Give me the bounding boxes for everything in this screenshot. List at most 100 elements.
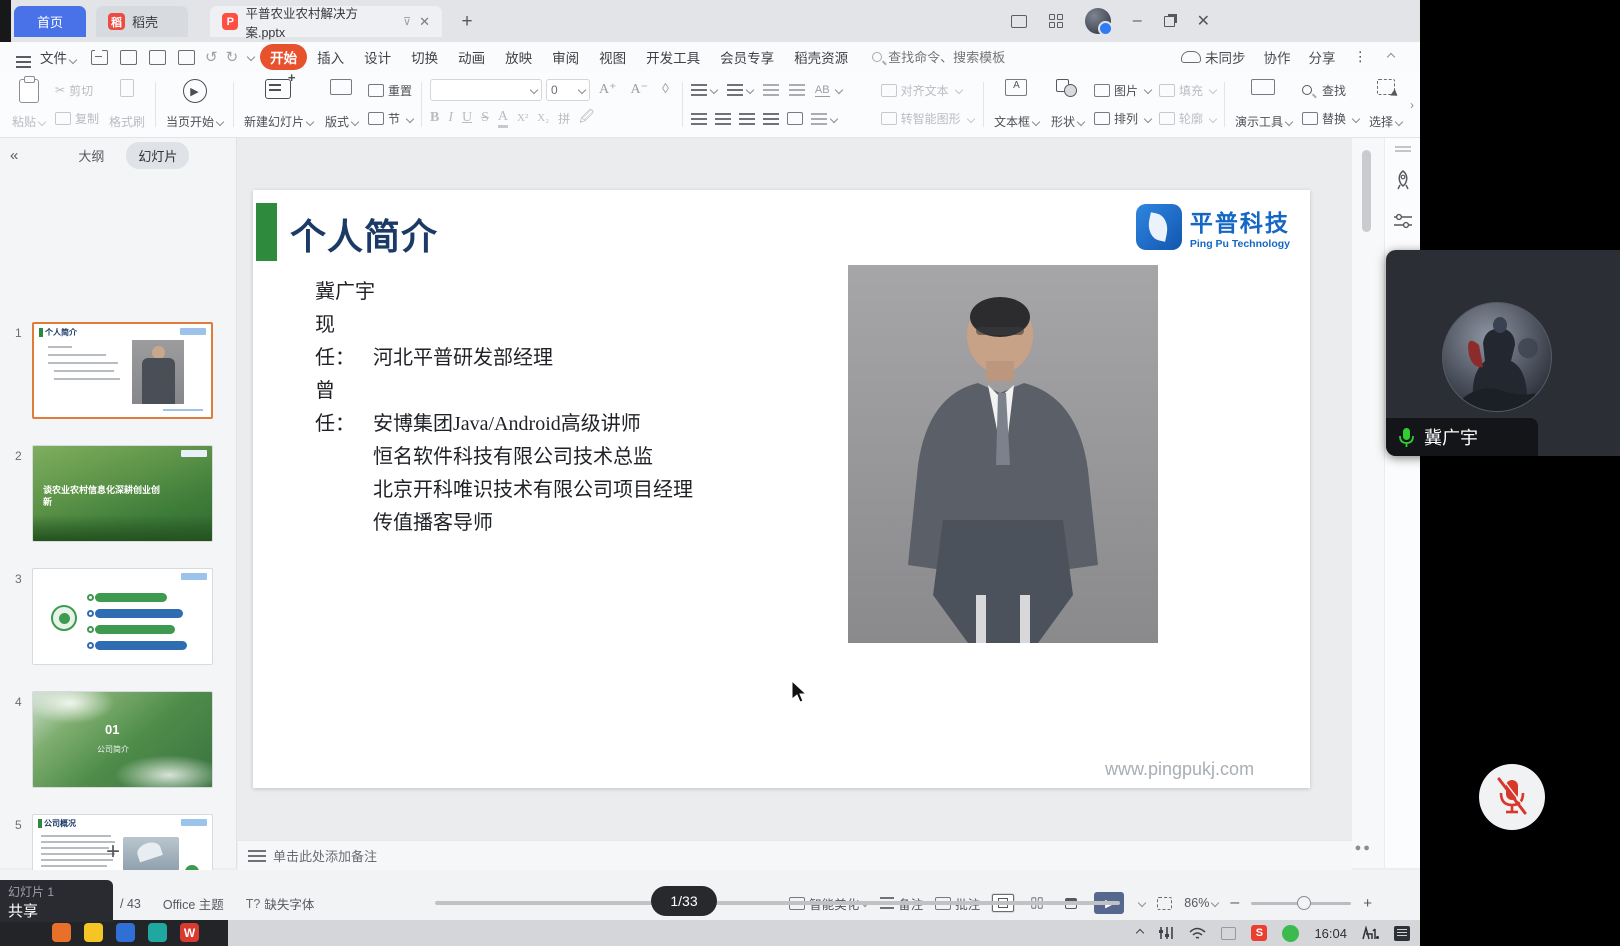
ribbon-tab-slideshow[interactable]: 放映 xyxy=(495,44,542,70)
menu-hamburger-icon[interactable] xyxy=(16,56,31,58)
paste-button[interactable]: 粘贴 xyxy=(6,76,51,133)
tray-dim-icon[interactable] xyxy=(1221,927,1236,940)
vertical-scrollbar[interactable] xyxy=(1352,138,1384,868)
justify-icon[interactable] xyxy=(763,113,779,125)
collaborate-button[interactable]: 协作 xyxy=(1264,47,1291,67)
ribbon-tab-home[interactable]: 开始 xyxy=(260,44,307,70)
scrollbar-thumb[interactable] xyxy=(1362,150,1371,232)
slide-layout-button[interactable]: 版式 xyxy=(319,76,364,133)
subscript-button[interactable]: X₂ xyxy=(537,112,549,124)
taskbar-app2-icon[interactable] xyxy=(84,923,103,942)
increase-indent-icon[interactable] xyxy=(789,84,805,96)
close-window-button[interactable]: ✕ xyxy=(1197,11,1210,31)
textbox-button[interactable]: A 文本框 xyxy=(988,76,1045,133)
search-input[interactable] xyxy=(888,50,1038,65)
command-search[interactable] xyxy=(872,50,1038,65)
decrease-font-icon[interactable]: A⁻ xyxy=(626,81,654,98)
ribbon-tab-design[interactable]: 设计 xyxy=(354,44,401,70)
theme-name[interactable]: Office 主题 xyxy=(163,894,224,913)
font-name-combo[interactable] xyxy=(430,79,542,101)
clock[interactable]: 16:04 xyxy=(1314,926,1347,941)
notes-bar[interactable]: 单击此处添加备注 xyxy=(238,840,1352,870)
mic-muted-button[interactable] xyxy=(1479,764,1545,830)
present-tools-button[interactable]: 演示工具 xyxy=(1229,76,1298,133)
clear-format-icon[interactable]: ◊ xyxy=(657,82,674,98)
redo-icon[interactable]: ↻ xyxy=(226,48,239,66)
settings-sliders-icon[interactable] xyxy=(1393,212,1413,230)
superscript-button[interactable]: X² xyxy=(517,112,528,124)
align-left-icon[interactable] xyxy=(691,113,707,125)
align-center-icon[interactable] xyxy=(715,113,731,125)
format-painter-button[interactable]: 格式刷 xyxy=(103,76,151,133)
ime-icon[interactable] xyxy=(1362,926,1379,940)
participant-card[interactable]: 冀广宇 xyxy=(1386,250,1620,456)
collapse-panel-icon[interactable]: « xyxy=(10,147,18,164)
italic-button[interactable]: I xyxy=(448,110,453,126)
ribbon-tab-member[interactable]: 会员专享 xyxy=(710,44,784,70)
slide-thumbnail-4[interactable]: 01 公司简介 xyxy=(32,691,213,788)
bold-button[interactable]: B xyxy=(430,110,439,126)
taskbar-app1-icon[interactable] xyxy=(52,923,71,942)
ribbon-tab-review[interactable]: 审阅 xyxy=(542,44,589,70)
wifi-icon[interactable] xyxy=(1189,927,1206,940)
share-button[interactable]: 分享 xyxy=(1309,47,1336,67)
beautify-rocket-icon[interactable] xyxy=(1393,170,1413,190)
numbered-list-icon[interactable] xyxy=(727,84,743,96)
export-icon[interactable] xyxy=(120,50,137,65)
panel-handle[interactable] xyxy=(1395,146,1411,148)
ribbon-tab-animation[interactable]: 动画 xyxy=(448,44,495,70)
file-menu[interactable]: 文件 xyxy=(40,47,76,67)
slide-thumbnail-2[interactable]: 谈农业农村信息化深耕创业创新 xyxy=(32,445,213,542)
zoom-out-button[interactable]: – xyxy=(1230,894,1239,912)
share-progress-line[interactable] xyxy=(435,901,1120,905)
pinyin-button[interactable]: 拼 xyxy=(558,110,570,127)
outline-button[interactable]: 轮廓 xyxy=(1155,109,1220,128)
zoom-level[interactable]: 86% xyxy=(1184,896,1218,910)
wechat-icon[interactable] xyxy=(1282,925,1299,942)
taskbar-app4-icon[interactable] xyxy=(148,923,167,942)
ribbon-tab-devtools[interactable]: 开发工具 xyxy=(636,44,710,70)
sogou-icon[interactable]: S xyxy=(1251,925,1267,941)
font-color-button[interactable]: A xyxy=(498,109,508,128)
reset-button[interactable]: 重置 xyxy=(364,81,417,100)
highlight-button[interactable]: 🖉 xyxy=(579,106,594,130)
new-tab-button[interactable]: + xyxy=(452,6,482,37)
tab-docer[interactable]: 稻 稻壳 xyxy=(96,6,188,37)
new-slide-button[interactable]: 新建幻灯片 xyxy=(238,76,319,133)
shapes-button[interactable]: 形状 xyxy=(1045,76,1090,133)
quickbar-more-icon[interactable] xyxy=(247,53,255,61)
line-spacing-icon[interactable] xyxy=(811,113,827,125)
increase-font-icon[interactable]: A⁺ xyxy=(594,81,622,98)
strikethrough-button[interactable]: S xyxy=(481,110,489,126)
fit-slide-icon[interactable] xyxy=(1157,897,1172,910)
select-button[interactable]: 选择 xyxy=(1363,76,1408,133)
align-text-button[interactable]: 对齐文本 xyxy=(877,81,979,100)
volume-mixer-icon[interactable] xyxy=(1158,926,1174,940)
find-button[interactable]: 查找 xyxy=(1298,81,1363,100)
undo-icon[interactable]: ↺ xyxy=(205,48,218,66)
pin-icon[interactable]: ⊽ xyxy=(403,15,411,28)
taskbar-wps-icon[interactable]: W xyxy=(180,923,199,942)
sync-status[interactable]: 未同步 xyxy=(1181,47,1246,67)
apps-grid-icon[interactable] xyxy=(1049,14,1063,28)
layout-toggle-icon[interactable] xyxy=(1011,15,1027,28)
toolbar-expand-icon[interactable]: › xyxy=(1410,98,1414,112)
align-right-icon[interactable] xyxy=(739,113,755,125)
text-direction-button[interactable]: AB xyxy=(815,84,830,97)
slide-canvas[interactable]: 个人简介 冀广宇 现任：河北平普研发部经理 曾任：安博集团Java/Androi… xyxy=(238,138,1352,840)
zoom-slider[interactable] xyxy=(1251,902,1351,905)
save-icon[interactable] xyxy=(91,50,108,65)
missing-font-button[interactable]: T? 缺失字体 xyxy=(246,894,315,913)
print-preview-icon[interactable] xyxy=(178,50,195,65)
ribbon-tab-transition[interactable]: 切换 xyxy=(401,44,448,70)
tab-document[interactable]: P 平普农业农村解决方案.pptx ⊽ ✕ xyxy=(210,6,442,37)
play-options-icon[interactable] xyxy=(1138,899,1146,907)
fill-button[interactable]: 填充 xyxy=(1155,81,1220,100)
ribbon-tab-insert[interactable]: 插入 xyxy=(307,44,354,70)
taskbar-app3-icon[interactable] xyxy=(116,923,135,942)
smart-graphic-button[interactable]: 转智能图形 xyxy=(877,109,979,128)
decrease-indent-icon[interactable] xyxy=(763,84,779,96)
play-from-current-button[interactable]: ▶ 当页开始 xyxy=(160,76,229,133)
slide-thumbnail-3[interactable] xyxy=(32,568,213,665)
minimize-button[interactable]: – xyxy=(1133,12,1142,30)
